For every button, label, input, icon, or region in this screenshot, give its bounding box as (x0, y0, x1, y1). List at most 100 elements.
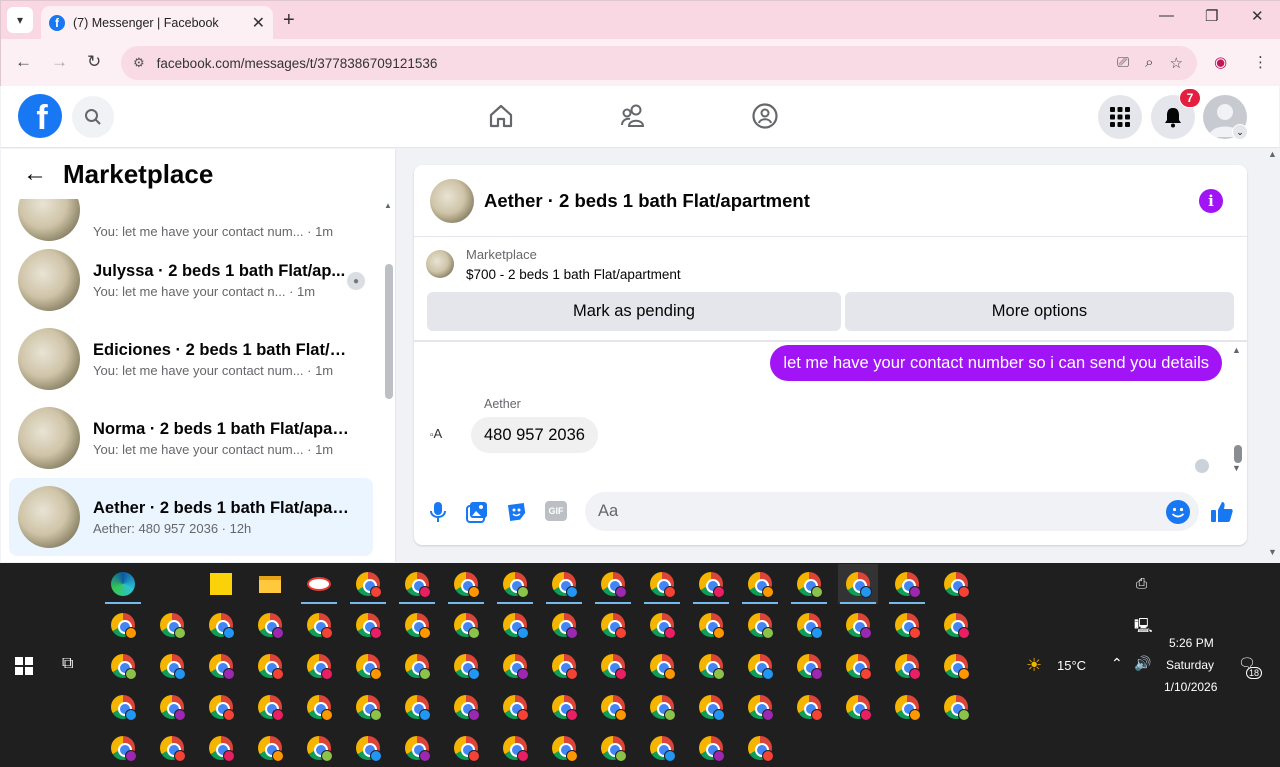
chrome-taskbar-icon[interactable] (495, 605, 535, 645)
facebook-logo-icon[interactable]: f (18, 94, 62, 138)
clock-day[interactable]: Saturday (1166, 658, 1214, 672)
chrome-taskbar-icon[interactable] (446, 605, 486, 645)
chrome-taskbar-icon[interactable] (838, 564, 878, 604)
menu-button[interactable] (1098, 95, 1142, 139)
conversation-item-active[interactable]: Aether · 2 beds 1 bath Flat/apart... Aet… (9, 478, 373, 556)
chat-scrollbar[interactable]: ▲ ▼ (1232, 345, 1242, 475)
edge-taskbar-icon[interactable] (103, 564, 143, 604)
meet-now-icon[interactable]: ⎙ (1136, 575, 1147, 592)
chrome-taskbar-icon[interactable] (789, 687, 829, 727)
scroll-up-icon[interactable]: ▲ (1268, 149, 1277, 159)
chrome-taskbar-icon[interactable] (887, 687, 927, 727)
reload-button[interactable]: ↻ (87, 52, 101, 72)
chevron-up-icon[interactable]: ⌃ (1111, 655, 1123, 672)
conversation-item[interactable]: Norma · 2 beds 1 bath Flat/apart... You:… (9, 399, 373, 477)
chrome-taskbar-icon[interactable] (691, 687, 731, 727)
chrome-taskbar-icon[interactable] (838, 687, 878, 727)
chrome-taskbar-icon[interactable] (397, 564, 437, 604)
chrome-taskbar-icon[interactable] (838, 646, 878, 686)
chrome-taskbar-icon[interactable] (103, 687, 143, 727)
incoming-message[interactable]: 480 957 2036 (471, 417, 598, 453)
chrome-taskbar-icon[interactable] (348, 728, 388, 767)
chrome-taskbar-icon[interactable] (642, 687, 682, 727)
chrome-taskbar-icon[interactable] (642, 646, 682, 686)
chrome-taskbar-icon[interactable] (397, 605, 437, 645)
chrome-taskbar-icon[interactable] (544, 646, 584, 686)
photo-icon[interactable] (464, 499, 490, 525)
search-button[interactable] (72, 96, 114, 138)
mark-as-pending-button[interactable]: Mark as pending (427, 292, 841, 331)
volume-icon[interactable]: 🔊 (1134, 655, 1151, 672)
chrome-taskbar-icon[interactable] (201, 605, 241, 645)
chrome-taskbar-icon[interactable] (740, 564, 780, 604)
minimize-icon[interactable]: — (1159, 7, 1174, 24)
page-scrollbar[interactable]: ▲ ▼ (1266, 149, 1280, 562)
scroll-up-icon[interactable]: ▲ (384, 201, 392, 210)
chrome-taskbar-icon[interactable] (740, 687, 780, 727)
bookmark-star-icon[interactable]: ☆ (1170, 54, 1183, 72)
tab-search-button[interactable]: ▾ (7, 7, 33, 33)
chrome-taskbar-icon[interactable] (250, 728, 290, 767)
clock-date[interactable]: 1/10/2026 (1164, 680, 1217, 694)
scrollbar-thumb[interactable] (385, 264, 393, 399)
chrome-taskbar-icon[interactable] (495, 728, 535, 767)
clock-time[interactable]: 5:26 PM (1169, 636, 1214, 650)
chrome-taskbar-icon[interactable] (544, 605, 584, 645)
chrome-taskbar-icon[interactable] (250, 605, 290, 645)
chat-listing-thumbnail[interactable] (430, 178, 474, 223)
chrome-taskbar-icon[interactable] (691, 728, 731, 767)
chrome-taskbar-icon[interactable] (201, 687, 241, 727)
friends-icon[interactable] (618, 101, 648, 131)
chrome-taskbar-icon[interactable] (593, 687, 633, 727)
home-icon[interactable] (486, 101, 516, 131)
windows-start-icon[interactable] (15, 657, 33, 675)
file-explorer-taskbar-icon[interactable] (250, 564, 290, 604)
install-app-icon[interactable]: ⎚ (1117, 54, 1129, 72)
chrome-taskbar-icon[interactable] (740, 605, 780, 645)
chrome-taskbar-icon[interactable] (544, 564, 584, 604)
chrome-taskbar-icon[interactable] (397, 728, 437, 767)
listing-description[interactable]: $700 - 2 beds 1 bath Flat/apartment (466, 267, 681, 282)
chrome-taskbar-icon[interactable] (495, 687, 535, 727)
chrome-taskbar-icon[interactable] (299, 605, 339, 645)
address-bar[interactable]: ⚙ facebook.com/messages/t/37783867091215… (121, 46, 1197, 80)
message-input[interactable]: Aa (585, 492, 1199, 531)
restore-icon[interactable]: ❐ (1205, 7, 1218, 25)
chrome-taskbar-icon[interactable] (691, 646, 731, 686)
chrome-taskbar-icon[interactable] (495, 646, 535, 686)
chrome-taskbar-icon[interactable] (887, 646, 927, 686)
chrome-taskbar-icon[interactable] (544, 728, 584, 767)
chrome-taskbar-icon[interactable] (250, 687, 290, 727)
scroll-down-icon[interactable]: ▼ (1268, 547, 1277, 557)
forward-button[interactable]: → (51, 52, 68, 72)
account-chevron-icon[interactable]: ⌄ (1232, 124, 1248, 140)
chrome-taskbar-icon[interactable] (299, 687, 339, 727)
microphone-icon[interactable] (425, 499, 451, 525)
chrome-taskbar-icon[interactable] (936, 605, 976, 645)
chrome-taskbar-icon[interactable] (593, 646, 633, 686)
scroll-up-icon[interactable]: ▲ (1232, 345, 1241, 355)
chrome-taskbar-icon[interactable] (152, 687, 192, 727)
weather-icon[interactable]: ☀ (1026, 655, 1042, 676)
like-thumb-icon[interactable] (1209, 499, 1235, 525)
chrome-taskbar-icon[interactable] (103, 728, 143, 767)
sidebar-scrollbar[interactable]: ▲ (384, 201, 393, 399)
info-icon[interactable]: i (1199, 189, 1223, 213)
chrome-taskbar-icon[interactable] (691, 605, 731, 645)
chrome-taskbar-icon[interactable] (446, 564, 486, 604)
chrome-taskbar-icon[interactable] (642, 564, 682, 604)
network-icon[interactable]: 🖳 (1134, 615, 1153, 639)
chrome-taskbar-icon[interactable] (152, 728, 192, 767)
chrome-taskbar-icon[interactable] (642, 728, 682, 767)
chrome-taskbar-icon[interactable] (593, 564, 633, 604)
chrome-taskbar-icon[interactable] (446, 728, 486, 767)
chrome-taskbar-icon[interactable] (936, 564, 976, 604)
chrome-taskbar-icon[interactable] (593, 605, 633, 645)
browser-tab[interactable]: f (7) Messenger | Facebook ✕ (41, 6, 273, 39)
conversation-item[interactable]: Julyssa · 2 beds 1 bath Flat/ap... You: … (9, 241, 373, 319)
chrome-taskbar-icon[interactable] (103, 605, 143, 645)
sticker-icon[interactable] (504, 499, 530, 525)
sticky-notes-taskbar-icon[interactable] (201, 564, 241, 604)
scrollbar-thumb[interactable] (1234, 445, 1242, 463)
chrome-taskbar-icon[interactable] (446, 646, 486, 686)
